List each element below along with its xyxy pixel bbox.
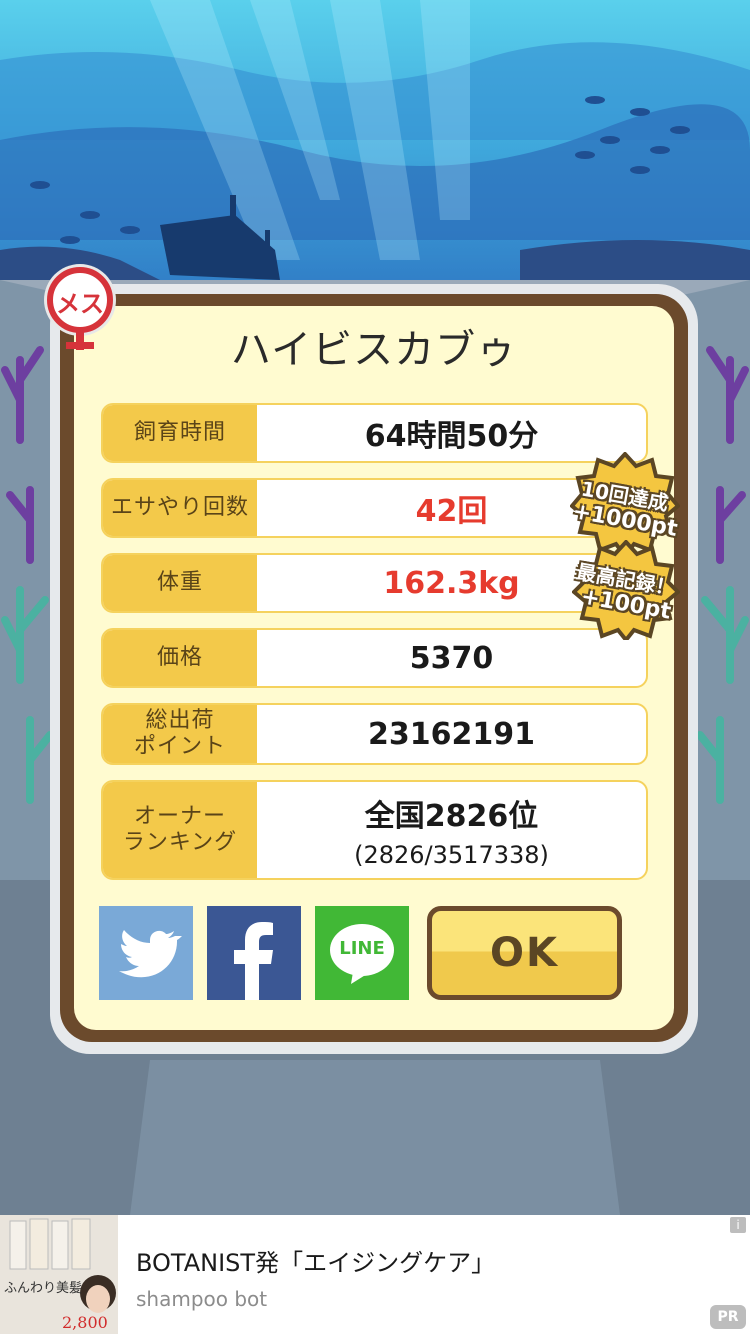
stat-label-line1: 総出荷 [145,708,215,733]
twitter-share-button[interactable] [99,906,193,1000]
ad-thumb-price: 2,800円 [62,1313,108,1332]
stat-label: オーナー ランキング [103,782,257,878]
stat-label-line1: オーナー [133,804,226,829]
stat-row-feeding-count: エサやり回数 42回 [101,478,648,538]
facebook-f-icon [234,922,273,1000]
stat-label-line2: ポイント [133,734,226,759]
line-label: LINE [339,938,385,959]
facebook-share-button[interactable] [207,906,301,1000]
stat-row-owner-ranking: オーナー ランキング 全国2826位 (2826/3517338) [101,780,648,880]
ad-title[interactable]: BOTANIST発「エイジングケア」 [136,1243,495,1278]
stat-value: 23162191 [368,716,535,752]
stat-label: 総出荷 ポイント [103,705,257,763]
stat-label: 体重 [103,555,257,611]
ad-info-icon[interactable]: i [730,1217,746,1233]
ad-thumb-text: ふんわり美髪 [4,1281,83,1296]
stat-label-line2: ランキング [122,830,238,855]
ad-subtitle: shampoo bot [136,1287,268,1311]
stat-label: 価格 [103,630,257,686]
stat-row-weight: 体重 162.3kg [101,553,648,613]
twitter-bird-icon [119,930,182,978]
stat-row-price: 価格 5370 [101,628,648,688]
achievement-badge-weight: 最高記録！ +100pt [571,539,681,644]
ad-thumbnail[interactable]: ふんわり美髪 2,800円 [0,1215,118,1334]
ad-banner[interactable]: ふんわり美髪 2,800円 BOTANIST発「エイジングケア」 shampoo… [0,1215,750,1334]
stat-label: エサやり回数 [103,480,257,536]
ranking-value: 全国2826位 [364,799,539,834]
stat-row-breeding-time: 飼育時間 64時間50分 [101,403,648,463]
ok-button[interactable]: OK [427,906,622,1000]
line-share-button[interactable]: LINE [315,906,409,1000]
ad-pr-badge: PR [710,1305,746,1329]
stat-row-total-shipping-points: 総出荷 ポイント 23162191 [101,703,648,765]
ranking-detail: (2826/3517338) [354,841,549,869]
stat-value-group: 全国2826位 (2826/3517338) [257,782,646,878]
pet-name-title: ハイビスカブゥ [230,327,518,373]
stat-label: 飼育時間 [103,405,257,461]
gender-label: メス [56,290,104,318]
